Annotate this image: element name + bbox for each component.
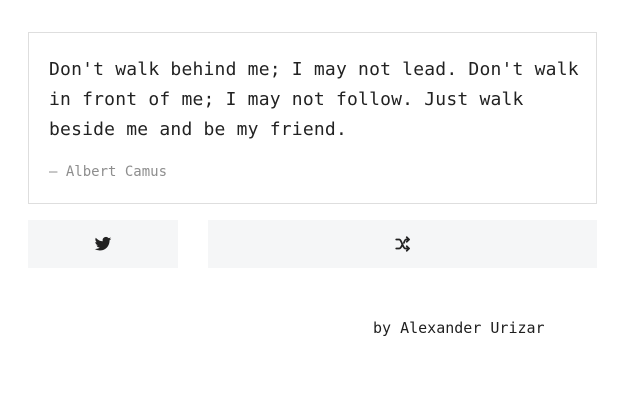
shuffle-icon	[394, 236, 410, 252]
quote-author: — Albert Camus	[49, 164, 168, 180]
twitter-icon	[94, 236, 112, 251]
tweet-button[interactable]	[28, 220, 178, 268]
quote-text: Don't walk behind me; I may not lead. Do…	[49, 59, 579, 140]
quote-card: Don't walk behind me; I may not lead. Do…	[28, 32, 597, 204]
author-credit: by Alexander Urizar	[373, 319, 545, 337]
shuffle-button[interactable]	[208, 220, 597, 268]
